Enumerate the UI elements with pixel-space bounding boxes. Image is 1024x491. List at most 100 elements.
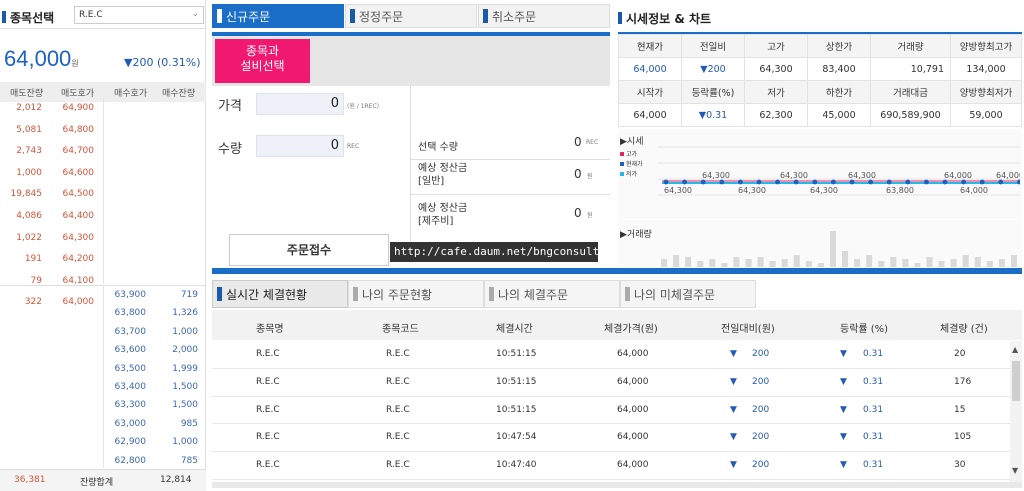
- volume-bar: [974, 257, 981, 267]
- submit-order-button[interactable]: 주문접수: [229, 234, 389, 266]
- stock-select-title: 종목선택: [10, 11, 55, 25]
- tab-new-order[interactable]: 신규주문: [212, 4, 344, 28]
- trade-rate: 0.31: [863, 432, 884, 443]
- volume-bar: [793, 255, 800, 267]
- tab-cancel-order[interactable]: 취소주문: [478, 4, 610, 28]
- current-price-point: [961, 179, 966, 185]
- volume-bar: [817, 263, 824, 267]
- selected-qty-value: 0: [574, 135, 582, 149]
- qty-label: 수량: [218, 142, 242, 157]
- tab-new-order-label: 신규주문: [226, 10, 271, 24]
- market-value-low: 62,300: [744, 103, 808, 127]
- section-marker-icon: [618, 12, 622, 24]
- tab-my-orders[interactable]: 나의 주문현황: [348, 280, 484, 308]
- trades-hscroll[interactable]: [212, 482, 1022, 488]
- tab-my-unfilled[interactable]: 나의 미체결주문: [620, 280, 756, 308]
- price-chart: ▶시세 고가 현재가 저가 64,300 64,300 64,300 64,00…: [618, 129, 1022, 271]
- ask-qty: 4,086: [16, 210, 42, 221]
- legend-current: 현재가: [620, 160, 643, 170]
- market-value-open: 64,000: [618, 103, 682, 127]
- legend-low-label: 저가: [626, 171, 638, 178]
- tab-my-unfilled-label: 나의 미체결주문: [634, 288, 716, 302]
- chart-label-top-2: 64,300: [780, 171, 808, 180]
- volume-bar: [842, 251, 849, 267]
- tab-modify-order[interactable]: 정정주문: [345, 4, 477, 28]
- down-arrow-icon: ▼: [840, 404, 847, 415]
- current-price-point: [979, 179, 985, 185]
- price-unit: (원 / 1REC): [347, 103, 380, 110]
- est-normal-value: 0: [574, 167, 582, 181]
- down-arrow-icon: ▼: [840, 432, 847, 443]
- tab-marker-icon: [489, 287, 494, 301]
- trades-scrollbar[interactable]: ▲ ▼: [1010, 341, 1022, 482]
- trade-diff: 200: [752, 404, 770, 415]
- trade-row[interactable]: R.E.C R.E.C 10:47:54 64,000 ▼ 200 ▼ 0.31 105: [212, 424, 1010, 453]
- trade-price: 64,000: [617, 404, 649, 415]
- trade-qty: 176: [954, 376, 972, 387]
- current-price-point: [700, 179, 706, 185]
- trade-price: 64,000: [617, 349, 649, 359]
- volume-bar: [733, 257, 740, 267]
- current-price-point: [868, 179, 873, 185]
- stock-select-value: R.E.C: [79, 10, 103, 20]
- ask-qty: 191: [24, 254, 42, 265]
- trade-code: R.E.C: [386, 376, 410, 387]
- price-input[interactable]: 0: [256, 93, 344, 115]
- bid-qty: 1,326: [172, 308, 198, 319]
- trade-diff: 200: [752, 376, 770, 387]
- current-price: 64,000원: [4, 46, 79, 72]
- trade-row[interactable]: R.E.C R.E.C 10:47:40 64,000 ▼ 200 ▼ 0.31 30: [212, 452, 1010, 480]
- trade-row[interactable]: R.E.C R.E.C 10:51:15 64,000 ▼ 200 ▼ 0.31 20: [212, 341, 1010, 369]
- volume-bar: [829, 231, 836, 267]
- bid-price: 63,300: [114, 400, 147, 411]
- ask-price: 64,600: [62, 167, 95, 178]
- select-stock-facility-button[interactable]: 종목과 설비선택: [215, 39, 310, 83]
- trade-name: R.E.C: [256, 349, 280, 359]
- market-value-high: 64,300: [744, 57, 808, 81]
- scroll-thumb[interactable]: [1012, 361, 1020, 401]
- ask-price: 64,700: [62, 146, 95, 157]
- tab-realtime-trades[interactable]: 실시간 체결현황: [212, 280, 348, 308]
- down-arrow-icon: ▼: [840, 376, 847, 387]
- market-value-min: 59,000: [950, 103, 1022, 127]
- market-value-max: 134,000: [950, 57, 1022, 81]
- legend-low: 저가: [620, 170, 643, 180]
- selected-qty-unit: REC: [586, 139, 599, 146]
- stock-select-dropdown[interactable]: R.E.C ⌄: [74, 6, 204, 24]
- bid-price: 63,400: [114, 381, 147, 392]
- scroll-down-icon[interactable]: ▼: [1012, 466, 1018, 475]
- volume-bar: [805, 261, 812, 267]
- bid-qty: 719: [180, 290, 198, 300]
- current-price-point: [663, 179, 669, 185]
- current-price-point: [831, 179, 836, 185]
- market-title: 시세정보 & 차트: [626, 12, 712, 26]
- chart-label-bot-3: 64,300: [810, 186, 838, 195]
- ask-price: 64,500: [62, 189, 95, 200]
- current-price-point: [793, 179, 799, 185]
- trade-row[interactable]: R.E.C R.E.C 10:51:15 64,000 ▼ 200 ▼ 0.31 176: [212, 369, 1010, 397]
- trade-qty: 30: [954, 460, 966, 471]
- tab-my-filled[interactable]: 나의 체결주문: [484, 280, 620, 308]
- chart-label-top-3: 64,300: [848, 171, 876, 180]
- trade-time: 10:51:15: [496, 376, 537, 387]
- trade-row[interactable]: R.E.C R.E.C 10:51:15 64,000 ▼ 200 ▼ 0.31 15: [212, 397, 1010, 425]
- qty-input[interactable]: 0: [256, 135, 344, 157]
- volume-bar: [685, 257, 692, 267]
- legend-low-swatch: [620, 172, 624, 176]
- total-label: 잔량합계: [80, 478, 114, 488]
- volume-bar: [721, 263, 728, 267]
- bid-qty: 1,500: [172, 400, 198, 411]
- legend-high-label: 고가: [626, 151, 638, 158]
- volume-bar: [878, 261, 885, 267]
- trades-header-rate: 등락률 (%): [840, 324, 889, 335]
- chart-label-bot-1: 64,300: [664, 186, 692, 195]
- trade-code: R.E.C: [386, 349, 410, 359]
- trades-header-time: 체결시간: [496, 324, 533, 335]
- current-price-point: [924, 179, 929, 185]
- scroll-up-icon[interactable]: ▲: [1012, 345, 1018, 354]
- total-ask: 36,381: [14, 475, 46, 485]
- est-normal-label: 예상 정산금 [일반]: [418, 163, 468, 187]
- chart-label: ▶시세: [620, 137, 644, 147]
- trade-diff: 200: [752, 432, 770, 443]
- bid-price: 63,800: [114, 308, 147, 319]
